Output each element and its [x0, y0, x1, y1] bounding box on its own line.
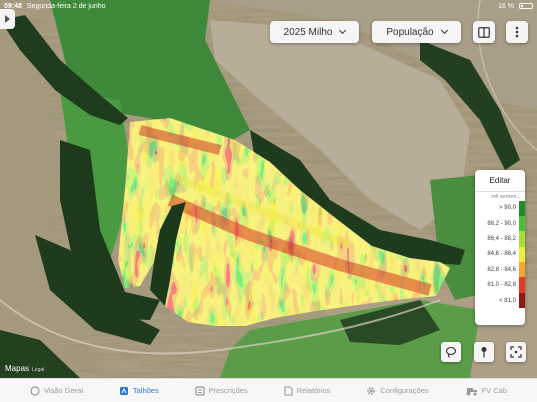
tractor-icon: [466, 387, 477, 395]
expand-arrow-icon: [5, 15, 10, 23]
legend-swatch: [519, 292, 525, 309]
legend-row-label: 88,2 - 90,0: [487, 220, 516, 227]
draw-area-button[interactable]: [441, 342, 461, 362]
fit-frame-icon: [510, 346, 522, 358]
legend-row-label: 86,4 - 88,2: [487, 235, 516, 242]
tab-fv-cab[interactable]: FV Cab: [465, 386, 507, 396]
legend-row-label: > 90,0: [499, 205, 516, 212]
tab-label: Prescrições: [208, 386, 248, 395]
tab-prescricoes[interactable]: Prescrições: [195, 385, 248, 396]
legend-unit: mil semen...: [491, 194, 521, 200]
satellite-map[interactable]: [0, 0, 537, 378]
more-vertical-icon: [515, 26, 519, 38]
layer-dropdown-label: População: [386, 26, 434, 38]
legend-swatch: [519, 246, 525, 263]
battery-label: 16 %: [498, 2, 514, 10]
pin-icon: [481, 347, 487, 358]
prescriptions-icon: [195, 385, 205, 396]
legend-row: 81,0 - 82,8: [475, 277, 525, 293]
chevron-down-icon: [339, 26, 347, 35]
drop-pin-button[interactable]: [474, 342, 494, 362]
legend-edit-button[interactable]: Editar: [475, 170, 525, 192]
app-screen: 09:48 Segunda-feira 2 de junho 16 % 2025…: [0, 0, 537, 402]
tab-label: FV Cab: [481, 386, 507, 395]
legend-swatch: [519, 262, 525, 278]
more-options-button[interactable]: [506, 21, 528, 43]
legend-row: 86,4 - 88,2: [475, 231, 525, 247]
sidebar-toggle-button[interactable]: [0, 9, 15, 29]
tab-visao-geral[interactable]: Visão Geral: [30, 385, 83, 396]
maps-logo: Mapas: [5, 364, 30, 373]
split-view-icon: [478, 26, 490, 38]
legend-swatch: [519, 277, 525, 293]
layer-dropdown[interactable]: População: [372, 21, 461, 43]
season-dropdown-label: 2025 Milho: [283, 26, 333, 38]
legal-link[interactable]: Legal: [32, 367, 44, 373]
legend-row: < 81,0: [475, 292, 525, 309]
legend-row: 82,8 - 84,6: [475, 262, 525, 278]
fit-to-field-button[interactable]: [506, 342, 526, 362]
legend-row-label: 82,8 - 84,6: [487, 266, 516, 273]
reports-icon: [284, 385, 293, 396]
battery-icon: [519, 3, 533, 9]
overview-icon: [30, 385, 40, 396]
tab-bar: Visão Geral Talhões Prescrições Relatóri…: [0, 378, 537, 402]
tab-label: Visão Geral: [43, 386, 83, 395]
lasso-icon: [445, 346, 457, 358]
legend-row-label: 81,0 - 82,8: [487, 282, 516, 289]
gear-icon: [367, 386, 376, 395]
legend-swatch: [519, 231, 525, 247]
map-attribution: Mapas Legal: [5, 364, 44, 373]
tab-label: Relatórios: [296, 386, 331, 395]
legend-swatch: [519, 200, 525, 216]
population-legend: Editar mil semen... > 90,0 88,2 - 90,0 86,…: [475, 170, 525, 325]
status-date: Segunda-feira 2 de junho: [26, 2, 106, 10]
status-bar: 09:48 Segunda-feira 2 de junho 16 %: [0, 0, 537, 12]
split-view-button[interactable]: [473, 21, 495, 43]
tab-label: Configurações: [380, 386, 429, 395]
tab-talhoes[interactable]: Talhões: [119, 386, 159, 396]
tab-configuracoes[interactable]: Configurações: [366, 386, 429, 396]
tab-relatorios[interactable]: Relatórios: [284, 385, 331, 396]
legend-row-label: 84,6 - 86,4: [487, 251, 516, 258]
tab-label: Talhões: [132, 386, 159, 395]
season-dropdown[interactable]: 2025 Milho: [270, 21, 359, 43]
fields-icon: [119, 386, 128, 395]
legend-row: 84,6 - 86,4: [475, 246, 525, 263]
chevron-down-icon: [440, 26, 448, 35]
legend-rows: > 90,0 88,2 - 90,0 86,4 - 88,2 84,6 - 86,4 8…: [475, 200, 525, 309]
legend-swatch: [519, 215, 525, 232]
legend-row: > 90,0: [475, 200, 525, 216]
legend-row-label: < 81,0: [499, 297, 516, 304]
legend-row: 88,2 - 90,0: [475, 215, 525, 232]
